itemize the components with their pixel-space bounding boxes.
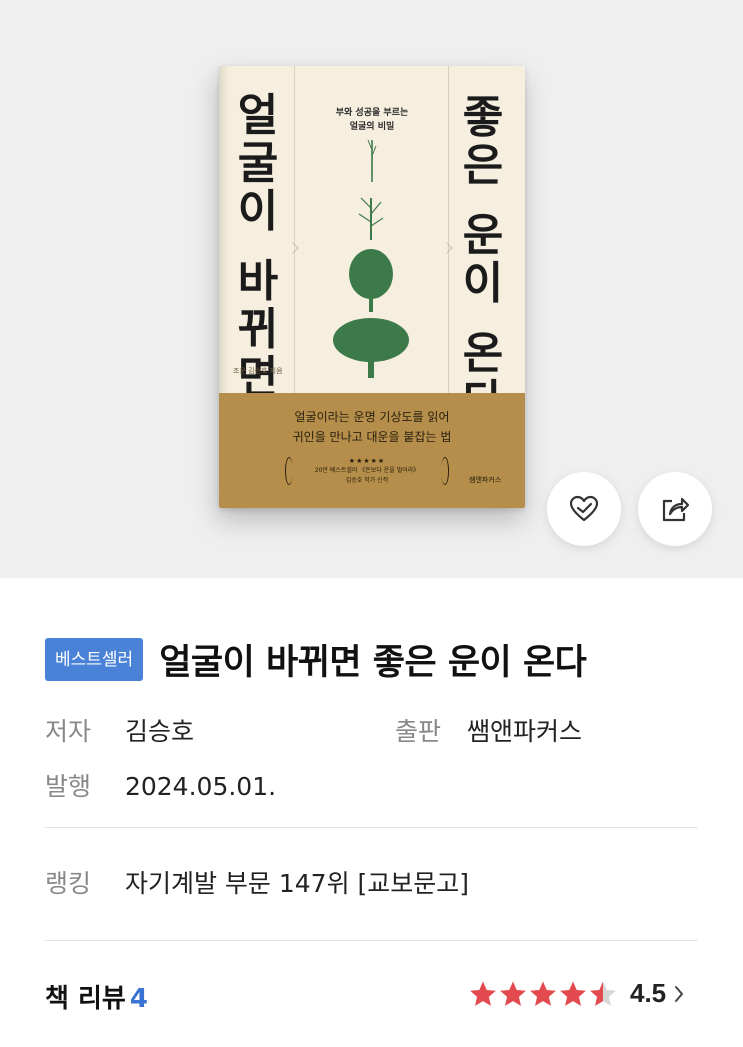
star-icon: [530, 981, 556, 1006]
share-icon: [662, 497, 690, 522]
cover-band-line: 얼굴이라는 운명 기상도를 읽어: [294, 410, 450, 424]
large-tree-illustration: [333, 318, 409, 378]
like-button[interactable]: [547, 472, 621, 546]
cover-title-char: 바: [237, 256, 279, 307]
cover-title-right: 좋 은 운 이 온 다: [458, 96, 508, 428]
cover-title-char: 굴: [237, 138, 279, 189]
cover-band-tagline: 얼굴이라는 운명 기상도를 읽어 귀인을 만나고 대운을 붙잡는 법: [219, 407, 525, 447]
chevron-right-icon: [675, 985, 684, 1002]
promo-line: 김승호 작가 신작: [345, 477, 389, 484]
star-icon: [500, 981, 526, 1006]
cover-subtitle: 부와 성공을 부르는 얼굴의 비밀: [299, 106, 445, 134]
cover-divider-left: [294, 66, 295, 393]
cover-title-char: 은: [462, 140, 504, 191]
review-count: 4: [129, 984, 148, 1014]
divider: [45, 940, 698, 941]
cover-title-left: 얼 굴 이 바 뀌 면: [233, 94, 283, 404]
cover-title-char: 운: [462, 210, 504, 261]
review-label: 책 리뷰: [45, 984, 126, 1014]
divider: [45, 827, 698, 828]
title-row: 베스트셀러 얼굴이 바뀌면 좋은 운이 온다: [45, 634, 587, 685]
publisher-name[interactable]: 쌤앤파커스: [467, 717, 582, 746]
cover-band-promo: ★★★★★ 20만 베스트셀러 《돈보다 운을 벌어라》 김승호 작가 신작: [287, 456, 447, 486]
ranking-label: 랭킹: [45, 869, 92, 898]
cover-publisher-logo: 쌤앤파커스: [469, 476, 502, 484]
cover-band-line: 귀인을 만나고 대운을 붙잡는 법: [292, 430, 452, 444]
publish-date: 2024.05.01.: [124, 772, 277, 801]
rating-summary[interactable]: 4.5: [468, 978, 684, 1009]
bestseller-badge: 베스트셀러: [45, 638, 144, 681]
cover-title-char: 얼: [237, 90, 279, 141]
star-icon: [590, 981, 616, 1006]
promo-line: 20만 베스트셀러 《돈보다 운을 벌어라》: [314, 467, 420, 474]
cover-arrow-right: [441, 242, 453, 254]
rating-stars: [468, 980, 618, 1008]
young-tree-illustration: [358, 197, 384, 240]
cover-divider-right: [448, 66, 449, 393]
book-title: 얼굴이 바뀌면 좋은 운이 온다: [159, 643, 587, 683]
promo-stars: ★★★★★: [348, 457, 386, 465]
ranking-row: 랭킹 자기계발 부문 147위 [교보문고]: [45, 864, 469, 900]
cover-area: 얼 굴 이 바 뀌 면 좋 은 운 이 온 다 조운 김승호 지음 부와 성공을…: [0, 0, 743, 578]
date-label: 발행: [45, 772, 92, 801]
cover-title-char: 이: [237, 186, 279, 237]
author-name[interactable]: 김승호: [125, 717, 194, 746]
publisher-row: 출판 쌤앤파커스: [395, 712, 582, 748]
publisher-label: 출판: [395, 717, 442, 746]
author-row: 저자 김승호: [45, 712, 194, 748]
cover-arrow-left: [287, 242, 299, 254]
book-cover-image[interactable]: 얼 굴 이 바 뀌 면 좋 은 운 이 온 다 조운 김승호 지음 부와 성공을…: [219, 66, 525, 508]
leafy-tree-illustration: [349, 249, 393, 312]
cover-subtitle-line: 부와 성공을 부르는: [335, 108, 409, 118]
heart-check-icon: [569, 495, 599, 522]
ranking-value: 자기계발 부문 147위 [교보문고]: [124, 869, 470, 898]
cover-title-char: 온: [462, 328, 504, 379]
share-button[interactable]: [638, 472, 712, 546]
cover-title-char: 이: [462, 258, 504, 309]
star-icon: [560, 981, 586, 1006]
bare-sapling-illustration: [367, 139, 377, 182]
cover-title-char: 좋: [462, 92, 504, 143]
author-label: 저자: [45, 717, 92, 746]
star-icon: [470, 981, 496, 1006]
cover-subtitle-line: 얼굴의 비밀: [349, 122, 395, 132]
rating-value: 4.5: [630, 978, 667, 1008]
cover-band: 얼굴이라는 운명 기상도를 읽어 귀인을 만나고 대운을 붙잡는 법 ★★★★★…: [219, 393, 525, 508]
date-row: 발행 2024.05.01.: [45, 767, 276, 803]
review-header[interactable]: 책 리뷰 4: [45, 978, 148, 1015]
cover-title-char: 뀌: [237, 304, 279, 355]
cover-author: 조운 김승호 지음: [233, 367, 283, 375]
